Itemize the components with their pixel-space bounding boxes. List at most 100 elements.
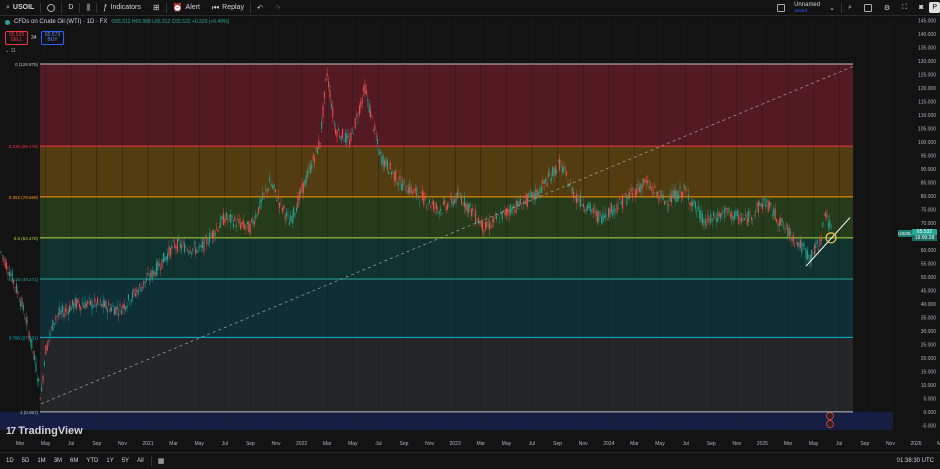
candle-body [624, 194, 626, 196]
range-button-6m[interactable]: 6M [66, 458, 82, 464]
range-button-3m[interactable]: 3M [50, 458, 66, 464]
interval-label: D [68, 4, 74, 11]
redo-button[interactable]: ↷ [269, 0, 287, 16]
fullscreen-button[interactable]: ⛶ [896, 0, 913, 16]
time-axis-label: Mar [169, 441, 178, 447]
candle-body [146, 277, 148, 282]
candle-body [717, 213, 719, 222]
compare-button[interactable] [41, 0, 61, 16]
candle-body [73, 302, 75, 310]
candle-body [113, 308, 115, 315]
candle-body [759, 202, 761, 206]
candle-body [515, 200, 517, 213]
time-axis-label: Sep [246, 441, 255, 447]
candle-body [435, 202, 437, 209]
candle-body [599, 213, 601, 215]
candle-body [388, 171, 390, 175]
fib-zone [40, 337, 853, 412]
alert-button[interactable]: ⏰ Alert [167, 0, 206, 16]
candle-body [403, 178, 405, 181]
candle-body [102, 300, 104, 308]
fib-level-label: 0 (128.875) [15, 62, 39, 67]
candle-body [598, 210, 600, 222]
sell-button[interactable]: 65.529 SELL [5, 31, 28, 45]
range-button-ytd[interactable]: YTD [82, 458, 102, 464]
candle-body [265, 189, 267, 191]
symbol-search[interactable]: ⌕ USOIL [0, 0, 40, 16]
range-button-1m[interactable]: 1M [33, 458, 49, 464]
time-axis-label: Sep [860, 441, 869, 447]
candle-body [59, 307, 61, 315]
chart-pane[interactable]: 0 (128.875) 0.236 (98.475) 0.382 (79.669) 0… [0, 17, 940, 452]
candle-body [157, 260, 159, 271]
candle-body [158, 263, 160, 267]
candle-body [447, 203, 449, 210]
candle-body [370, 109, 372, 118]
candle-body [823, 214, 825, 216]
layout-setup-button[interactable] [858, 0, 878, 16]
indicators-button[interactable]: ƒ Indicators [97, 0, 147, 16]
candle-body [165, 256, 167, 260]
search-icon: ⌕ [847, 3, 852, 11]
candle-body [725, 207, 727, 211]
settings-button[interactable]: ⚙ [878, 0, 896, 16]
range-button-5y[interactable]: 5Y [118, 458, 133, 464]
range-button-5d[interactable]: 5D [18, 458, 34, 464]
candle-body [228, 215, 230, 217]
candle-body [255, 214, 257, 219]
candle-body [267, 188, 269, 190]
candle-body [584, 209, 586, 211]
publish-button[interactable]: P [929, 2, 940, 13]
candle-body [462, 204, 464, 205]
candle-body [385, 157, 387, 167]
candle-body [291, 216, 293, 224]
candle-body [414, 188, 416, 191]
candle-body [766, 199, 768, 203]
candle-body [678, 194, 680, 200]
templates-button[interactable]: ⊞ [147, 0, 166, 16]
candle-body [437, 208, 439, 210]
time-axis-label: Sep [553, 441, 562, 447]
legend-title[interactable]: CFDs on Crude Oil (WTI) · 1D · FX [14, 19, 107, 25]
candle-body [804, 248, 806, 249]
utc-clock[interactable]: 01:38:30 UTC [897, 458, 940, 464]
candle-body [90, 299, 92, 306]
candle-body [391, 172, 393, 175]
candle-body [18, 300, 20, 302]
candle-body [421, 191, 423, 200]
candle-body [20, 301, 22, 307]
candle-body [183, 242, 185, 253]
candle-body [17, 291, 19, 294]
layout-button[interactable]: Unnamed Saved ⌄ [771, 0, 841, 16]
candle-body [732, 216, 734, 221]
snapshot-button[interactable]: ◙ [913, 0, 929, 16]
candle-body [472, 207, 474, 212]
event-marker-icon [826, 412, 834, 420]
range-button-1y[interactable]: 1Y [102, 458, 117, 464]
candle-body [349, 139, 351, 146]
candle-body [200, 245, 202, 248]
candle-body [38, 378, 40, 382]
candle-body [669, 193, 671, 202]
candle-body [819, 237, 821, 246]
buy-button[interactable]: 65.573 BUY [41, 31, 64, 45]
candle-body [266, 189, 268, 194]
candle-body [24, 318, 26, 320]
price-chart[interactable]: 0 (128.875) 0.236 (98.475) 0.382 (79.669) 0… [0, 17, 940, 452]
price-axis-tick: 135.000 [918, 46, 936, 52]
tradingview-logo[interactable]: 17 TradingView [6, 425, 83, 437]
indicators-collapse-toggle[interactable]: ⌄ 11 [5, 48, 16, 54]
chart-type-button[interactable]: ⫼ [80, 0, 96, 16]
quick-search-button[interactable]: ⌕ [842, 0, 858, 16]
replay-button[interactable]: ⏮ Replay [206, 0, 250, 16]
interval-button[interactable]: D [62, 0, 79, 16]
range-button-all[interactable]: All [133, 458, 148, 464]
candle-body [15, 283, 17, 293]
calendar-icon[interactable]: ▦ [155, 457, 168, 465]
candle-body [301, 183, 303, 192]
candle-body [616, 203, 618, 213]
alert-label: Alert [185, 4, 200, 11]
range-button-1d[interactable]: 1D [2, 458, 18, 464]
undo-button[interactable]: ↶ [251, 0, 269, 16]
candle-body [202, 241, 204, 249]
